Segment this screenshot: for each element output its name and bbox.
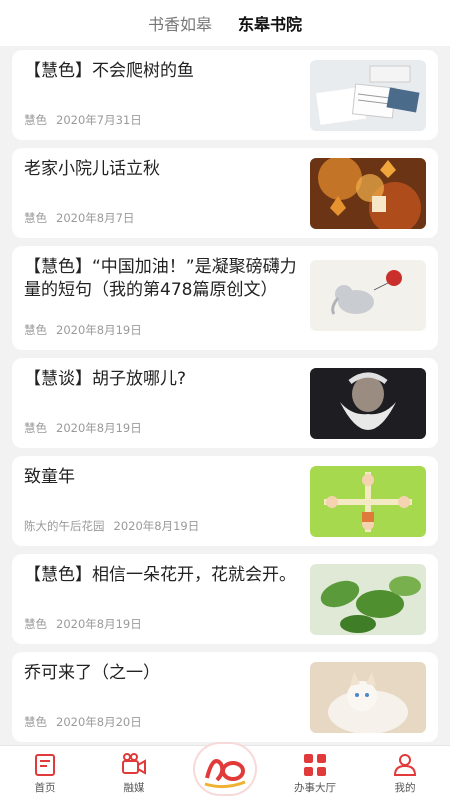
article-meta: 慧色 2020年7月31日 bbox=[24, 112, 142, 128]
article-date: 2020年8月19日 bbox=[56, 617, 142, 631]
article-meta: 慧色 2020年8月20日 bbox=[24, 714, 142, 730]
article-date: 2020年8月19日 bbox=[113, 519, 200, 533]
home-icon bbox=[35, 754, 55, 776]
article-card[interactable]: 【慧色】不会爬树的鱼 慧色 2020年7月31日 bbox=[12, 50, 438, 140]
grid-apps-icon bbox=[304, 754, 326, 776]
article-meta: 慧色 2020年8月19日 bbox=[24, 322, 142, 338]
nav-label: 融媒 bbox=[123, 782, 145, 794]
video-camera-icon bbox=[122, 753, 146, 775]
article-author: 慧色 bbox=[24, 113, 47, 127]
article-meta: 陈大的午后花园 2020年8月19日 bbox=[24, 518, 199, 534]
article-author: 慧色 bbox=[24, 715, 47, 729]
article-card[interactable]: 老家小院儿话立秋 慧色 2020年8月7日 bbox=[12, 148, 438, 238]
article-title: 【慧色】相信一朵花开，花就会开。 bbox=[24, 565, 296, 585]
nav-label: 办事大厅 bbox=[294, 782, 336, 794]
article-author: 陈大的午后花园 bbox=[24, 519, 105, 533]
children-playing-icon bbox=[310, 466, 426, 537]
article-author: 慧色 bbox=[24, 211, 47, 225]
cat-icon bbox=[310, 662, 426, 733]
article-date: 2020年8月7日 bbox=[56, 211, 135, 225]
nav-item-mine[interactable]: 我的 bbox=[375, 752, 435, 795]
app-logo-icon bbox=[204, 759, 246, 789]
nav-label: 首页 bbox=[34, 782, 56, 794]
article-author: 慧色 bbox=[24, 421, 47, 435]
old-man-beard-icon bbox=[310, 368, 426, 439]
center-home-button[interactable] bbox=[195, 744, 255, 794]
article-date: 2020年8月20日 bbox=[56, 715, 142, 729]
top-tab-bar: 书香如皋 东皋书院 bbox=[0, 0, 450, 46]
article-title: 【慧谈】胡子放哪儿? bbox=[24, 369, 187, 389]
article-title: 【慧色】“中国加油！”是凝聚磅礴力量的短句（我的第478篇原创文） bbox=[24, 257, 297, 300]
article-meta: 慧色 2020年8月7日 bbox=[24, 210, 134, 226]
article-meta: 慧色 2020年8月19日 bbox=[24, 616, 142, 632]
article-card[interactable]: 致童年 陈大的午后花园 2020年8月19日 bbox=[12, 456, 438, 546]
autumn-leaves-icon bbox=[310, 158, 426, 229]
nav-item-media[interactable]: 融媒 bbox=[104, 752, 164, 795]
article-card[interactable]: 【慧色】“中国加油！”是凝聚磅礴力量的短句（我的第478篇原创文） 慧色 2020… bbox=[12, 246, 438, 350]
article-title: 【慧色】不会爬树的鱼 bbox=[24, 61, 194, 81]
nav-item-home[interactable]: 首页 bbox=[15, 752, 75, 795]
article-author: 慧色 bbox=[24, 323, 47, 337]
tab-donggao-academy[interactable]: 东皋书院 bbox=[238, 11, 302, 35]
article-author: 慧色 bbox=[24, 617, 47, 631]
article-meta: 慧色 2020年8月19日 bbox=[24, 420, 142, 436]
nav-label: 我的 bbox=[394, 782, 416, 794]
article-date: 2020年8月19日 bbox=[56, 323, 142, 337]
article-title: 乔可来了（之一） bbox=[24, 663, 160, 683]
article-title: 老家小院儿话立秋 bbox=[24, 159, 160, 179]
article-card[interactable]: 【慧谈】胡子放哪儿? 慧色 2020年8月19日 bbox=[12, 358, 438, 448]
tab-shuxiang-rugao[interactable]: 书香如皋 bbox=[148, 11, 212, 35]
book-notes-icon bbox=[310, 60, 426, 131]
elephant-balloon-icon bbox=[310, 260, 426, 331]
article-card[interactable]: 【慧色】相信一朵花开，花就会开。 慧色 2020年8月19日 bbox=[12, 554, 438, 644]
green-leaves-icon bbox=[310, 564, 426, 635]
article-date: 2020年7月31日 bbox=[56, 113, 142, 127]
article-title: 致童年 bbox=[24, 467, 75, 487]
article-card[interactable]: 乔可来了（之一） 慧色 2020年8月20日 bbox=[12, 652, 438, 742]
nav-item-services[interactable]: 办事大厅 bbox=[285, 752, 345, 795]
article-date: 2020年8月19日 bbox=[56, 421, 142, 435]
user-icon bbox=[393, 754, 417, 776]
